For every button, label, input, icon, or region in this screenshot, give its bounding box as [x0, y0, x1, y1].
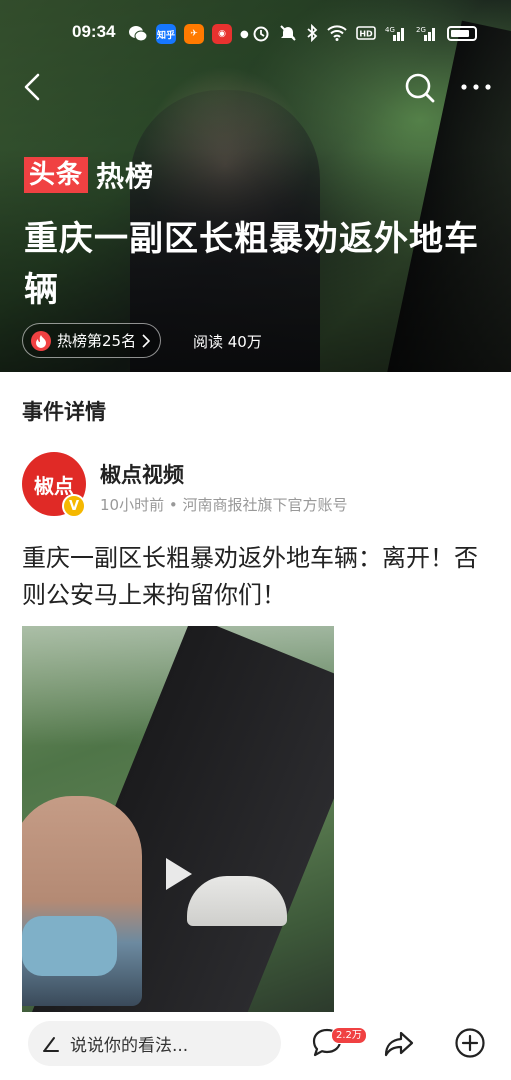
status-bar: 09:34 知乎 ✈ ◉ ● HD 4G 2G — [0, 18, 511, 50]
chevron-right-icon — [142, 333, 151, 348]
hero-title: 重庆一副区长粗暴劝返外地车辆 — [24, 219, 479, 310]
author-name[interactable]: 椒点视频 — [100, 459, 184, 489]
battery-icon — [447, 25, 477, 41]
app-icon-orange: ✈ — [184, 24, 204, 44]
signal-4g-icon-2: 2G — [416, 26, 435, 41]
wifi-icon — [327, 25, 347, 41]
svg-text:2G: 2G — [416, 26, 426, 34]
read-count: 阅读 40万 — [193, 333, 262, 351]
section-title: 事件详情 — [22, 400, 106, 424]
hot-rank-button[interactable]: 热榜第25名 — [22, 323, 162, 358]
signal-4g-icon-1: 4G — [385, 26, 404, 41]
add-circle-icon[interactable] — [454, 1027, 486, 1059]
video-thumbnail[interactable] — [22, 626, 334, 1012]
comment-placeholder: 说说你的看法... — [70, 1036, 189, 1056]
hero-banner: 09:34 知乎 ✈ ◉ ● HD 4G 2G 头条 热榜 重庆一副区长粗暴劝返… — [0, 0, 511, 372]
comment-count-badge: 2.2万 — [331, 1027, 367, 1044]
dot-icon: ● — [240, 28, 249, 40]
verified-badge-icon: V — [62, 494, 86, 518]
toutiao-logo: 头条 — [24, 157, 89, 193]
flame-icon — [31, 330, 51, 351]
back-arrow-icon[interactable] — [18, 72, 48, 102]
alarm-icon — [253, 26, 269, 42]
svg-text:4G: 4G — [385, 26, 395, 34]
share-icon[interactable] — [382, 1026, 416, 1060]
status-time: 09:34 — [72, 22, 116, 41]
play-icon[interactable] — [158, 854, 198, 894]
status-app-icons: 知乎 ✈ ◉ ● — [128, 24, 249, 44]
zhihu-icon: 知乎 — [156, 24, 176, 44]
author-meta: 10小时前 • 河南商报社旗下官方账号 — [100, 496, 348, 514]
more-options-icon[interactable] — [456, 72, 496, 102]
article-title[interactable]: 重庆一副区长粗暴劝返外地车辆：离开！否则公安马上来拘留你们！ — [22, 540, 492, 614]
search-icon[interactable] — [404, 72, 436, 104]
status-system-icons: HD 4G 2G — [252, 24, 477, 42]
bluetooth-icon — [307, 24, 318, 42]
mute-icon — [280, 25, 296, 41]
hot-list-label: 热榜 — [96, 160, 155, 193]
comment-input[interactable]: 说说你的看法... — [28, 1021, 281, 1066]
svg-text:HD: HD — [359, 30, 373, 39]
bottom-action-bar: 说说你的看法... 2.2万 — [0, 1012, 511, 1080]
hot-rank-label: 热榜第25名 — [57, 332, 137, 350]
pen-icon — [43, 1036, 59, 1052]
wechat-icon — [129, 26, 148, 42]
hot-list-badge: 头条 热榜 — [24, 155, 154, 195]
hd-icon: HD — [356, 26, 376, 40]
app-icon-red: ◉ — [212, 24, 232, 44]
